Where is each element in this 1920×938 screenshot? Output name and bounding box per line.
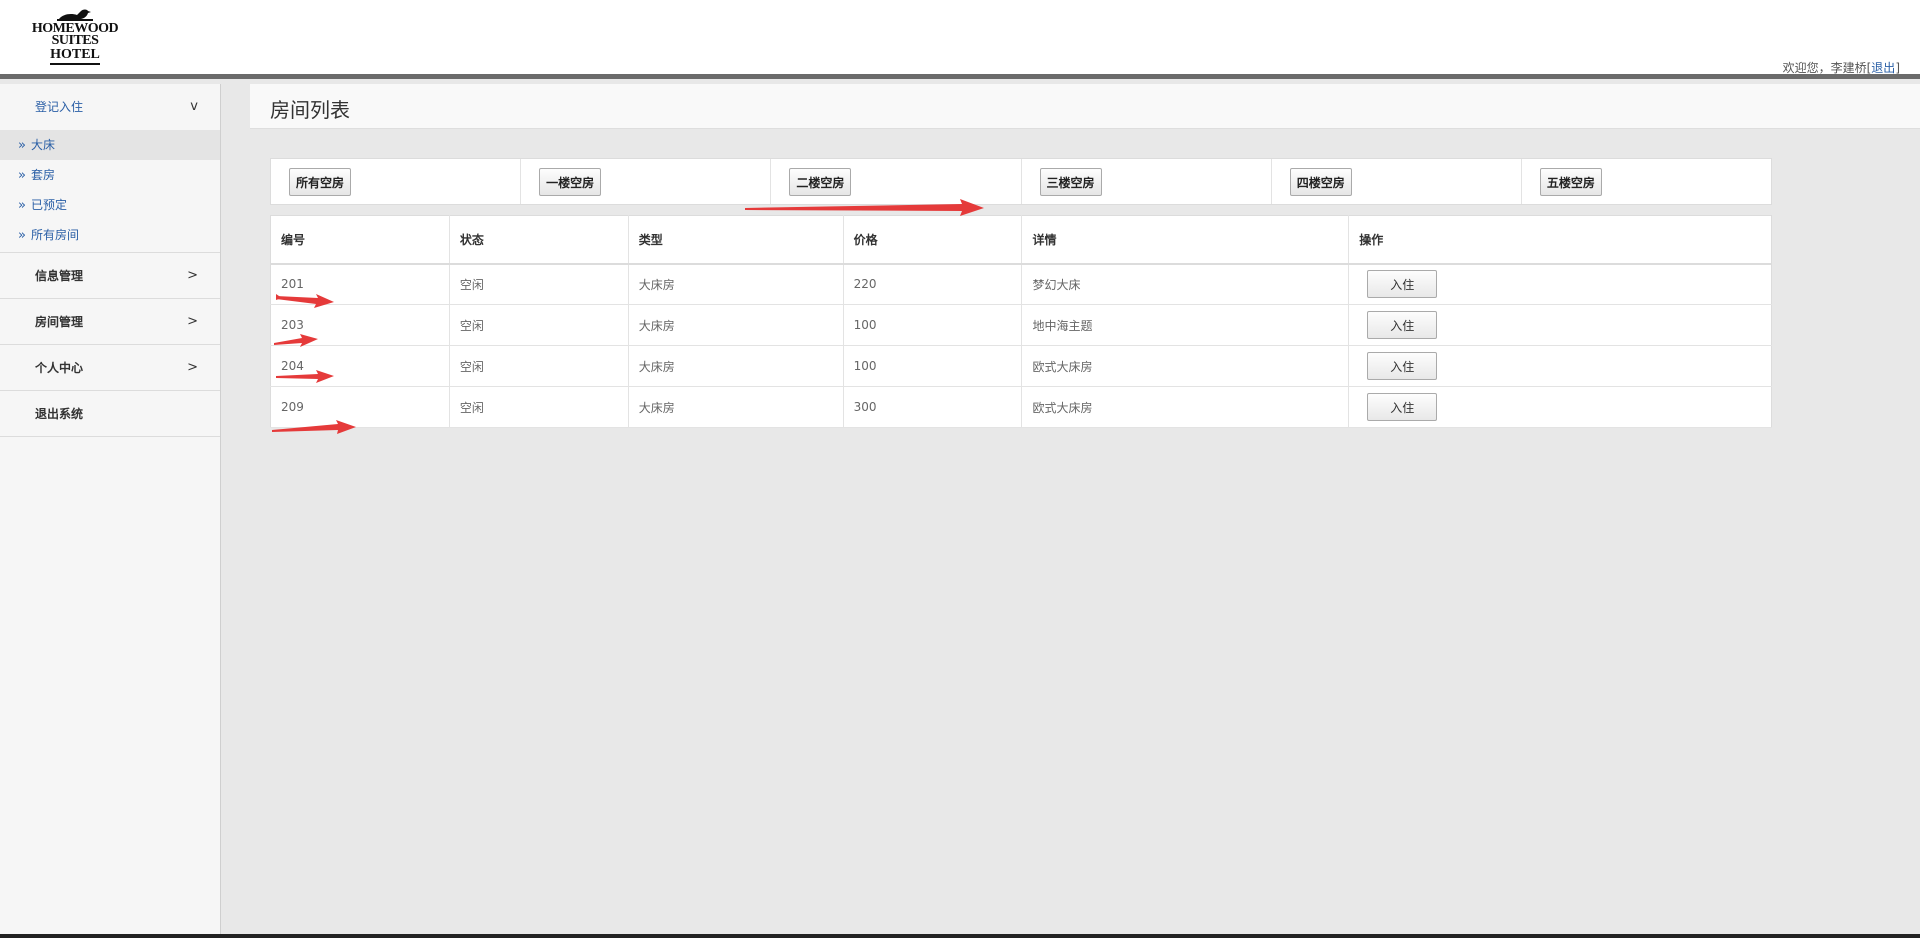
hotel-logo: HOMEWOOD SUITES HOTEL [10, 8, 140, 70]
filter-floor-3-button[interactable]: 三楼空房 [1039, 168, 1102, 196]
checkin-button[interactable]: 入住 [1367, 270, 1438, 299]
cell-detail: 欧式大床房 [1021, 345, 1350, 387]
cell-status: 空闲 [449, 263, 629, 305]
double-chevron-icon: » [18, 228, 26, 243]
cell-type: 大床房 [628, 345, 844, 387]
cell-room-id: 203 [270, 304, 450, 346]
chevron-right-icon: > [187, 360, 198, 375]
sidebar-group-label: 房间管理 [35, 315, 84, 329]
cell-action: 入住 [1348, 263, 1772, 305]
sidebar-sub-list: » 大床 » 套房 » 已预定 » 所有房间 [0, 130, 220, 253]
cell-room-id: 209 [270, 386, 450, 428]
table-row: 201 空闲 大床房 220 梦幻大床 入住 [270, 263, 1772, 305]
bottom-edge [0, 934, 1920, 938]
filter-cell: 三楼空房 [1022, 159, 1272, 204]
sidebar-item-label: 大床 [30, 138, 55, 152]
cell-status: 空闲 [449, 386, 629, 428]
table-row: 203 空闲 大床房 100 地中海主题 入住 [270, 304, 1772, 346]
cell-type: 大床房 [628, 263, 844, 305]
welcome-user: 欢迎您，李建桥[ [1782, 61, 1872, 75]
filter-floor-5-button[interactable]: 五楼空房 [1539, 168, 1602, 196]
cell-room-id: 201 [270, 263, 450, 305]
welcome-text: 欢迎您，李建桥[退出] [1783, 59, 1900, 76]
cell-price: 300 [843, 386, 1023, 428]
chevron-down-icon: v [190, 99, 198, 114]
filter-cell: 四楼空房 [1272, 159, 1522, 204]
checkin-button[interactable]: 入住 [1367, 311, 1438, 339]
cell-price: 220 [843, 263, 1023, 305]
cell-action: 入住 [1348, 345, 1772, 387]
chevron-right-icon: > [187, 268, 198, 283]
cell-price: 100 [843, 345, 1023, 387]
column-header-type: 类型 [628, 215, 844, 265]
logo-line-2: SUITES [51, 33, 99, 48]
double-chevron-icon: » [18, 168, 26, 183]
floor-filter-bar: 所有空房 一楼空房 二楼空房 三楼空房 四楼空房 五楼空房 [270, 158, 1772, 205]
sidebar-item-suite[interactable]: » 套房 [0, 160, 220, 190]
sidebar: 登记入住 v » 大床 » 套房 » 已预定 » 所有房间 信息管理 > 房间管理 > … [0, 84, 221, 938]
duck-icon [57, 9, 93, 21]
cell-room-id: 204 [270, 345, 450, 387]
table-header-row: 编号 状态 类型 价格 详情 操作 [270, 215, 1772, 265]
filter-all-vacant-button[interactable]: 所有空房 [289, 168, 352, 196]
page-title: 房间列表 [270, 98, 350, 122]
sidebar-group-label: 登记入住 [35, 100, 84, 114]
sidebar-group-label: 退出系统 [35, 407, 84, 421]
logout-link[interactable]: 退出 [1871, 61, 1895, 75]
column-header-detail: 详情 [1021, 215, 1350, 265]
cell-detail: 欧式大床房 [1021, 386, 1350, 428]
cell-action: 入住 [1348, 386, 1772, 428]
column-header-action: 操作 [1348, 215, 1772, 265]
sidebar-group-checkin[interactable]: 登记入住 v [0, 84, 220, 130]
checkin-button[interactable]: 入住 [1367, 352, 1438, 380]
annotation-arrows [272, 199, 984, 434]
cell-detail: 梦幻大床 [1021, 263, 1350, 305]
column-header-price: 价格 [843, 215, 1023, 265]
sidebar-item-label: 已预定 [30, 198, 67, 212]
room-table: 编号 状态 类型 价格 详情 操作 201 空闲 大床房 220 梦幻大床 入住… [270, 215, 1772, 428]
cell-type: 大床房 [628, 386, 844, 428]
chevron-right-icon: > [187, 314, 198, 329]
sidebar-group-label: 信息管理 [35, 269, 84, 283]
cell-detail: 地中海主题 [1021, 304, 1350, 346]
table-row: 204 空闲 大床房 100 欧式大床房 入住 [270, 345, 1772, 387]
welcome-bracket: ] [1895, 61, 1900, 75]
cell-price: 100 [843, 304, 1023, 346]
sidebar-item-big-bed[interactable]: » 大床 [0, 130, 220, 160]
sidebar-group-info-management[interactable]: 信息管理 > [0, 253, 220, 299]
cell-status: 空闲 [449, 345, 629, 387]
sidebar-item-label: 所有房间 [30, 228, 79, 242]
filter-floor-2-button[interactable]: 二楼空房 [789, 168, 852, 196]
cell-status: 空闲 [449, 304, 629, 346]
logo-line-3: HOTEL [50, 48, 100, 65]
filter-cell: 一楼空房 [521, 159, 772, 204]
cell-action: 入住 [1348, 304, 1772, 346]
page-title-bar: 房间列表 [250, 84, 1920, 129]
sidebar-group-exit-system[interactable]: 退出系统 [0, 391, 220, 437]
checkin-button[interactable]: 入住 [1367, 393, 1438, 421]
sidebar-item-all-rooms[interactable]: » 所有房间 [0, 220, 220, 250]
filter-cell: 所有空房 [271, 159, 522, 204]
table-row: 209 空闲 大床房 300 欧式大床房 入住 [270, 386, 1772, 428]
column-header-status: 状态 [449, 215, 629, 265]
double-chevron-icon: » [18, 138, 26, 153]
filter-cell: 二楼空房 [771, 159, 1022, 204]
sidebar-item-reserved[interactable]: » 已预定 [0, 190, 220, 220]
double-chevron-icon: » [18, 198, 26, 213]
filter-floor-1-button[interactable]: 一楼空房 [539, 168, 602, 196]
sidebar-group-personal-center[interactable]: 个人中心 > [0, 345, 220, 391]
sidebar-group-label: 个人中心 [35, 361, 84, 375]
cell-type: 大床房 [628, 304, 844, 346]
top-header: HOMEWOOD SUITES HOTEL 欢迎您，李建桥[退出] [0, 0, 1920, 79]
column-header-id: 编号 [270, 215, 450, 265]
sidebar-item-label: 套房 [30, 168, 55, 182]
filter-floor-4-button[interactable]: 四楼空房 [1289, 168, 1352, 196]
filter-cell: 五楼空房 [1522, 159, 1771, 204]
sidebar-group-room-management[interactable]: 房间管理 > [0, 299, 220, 345]
